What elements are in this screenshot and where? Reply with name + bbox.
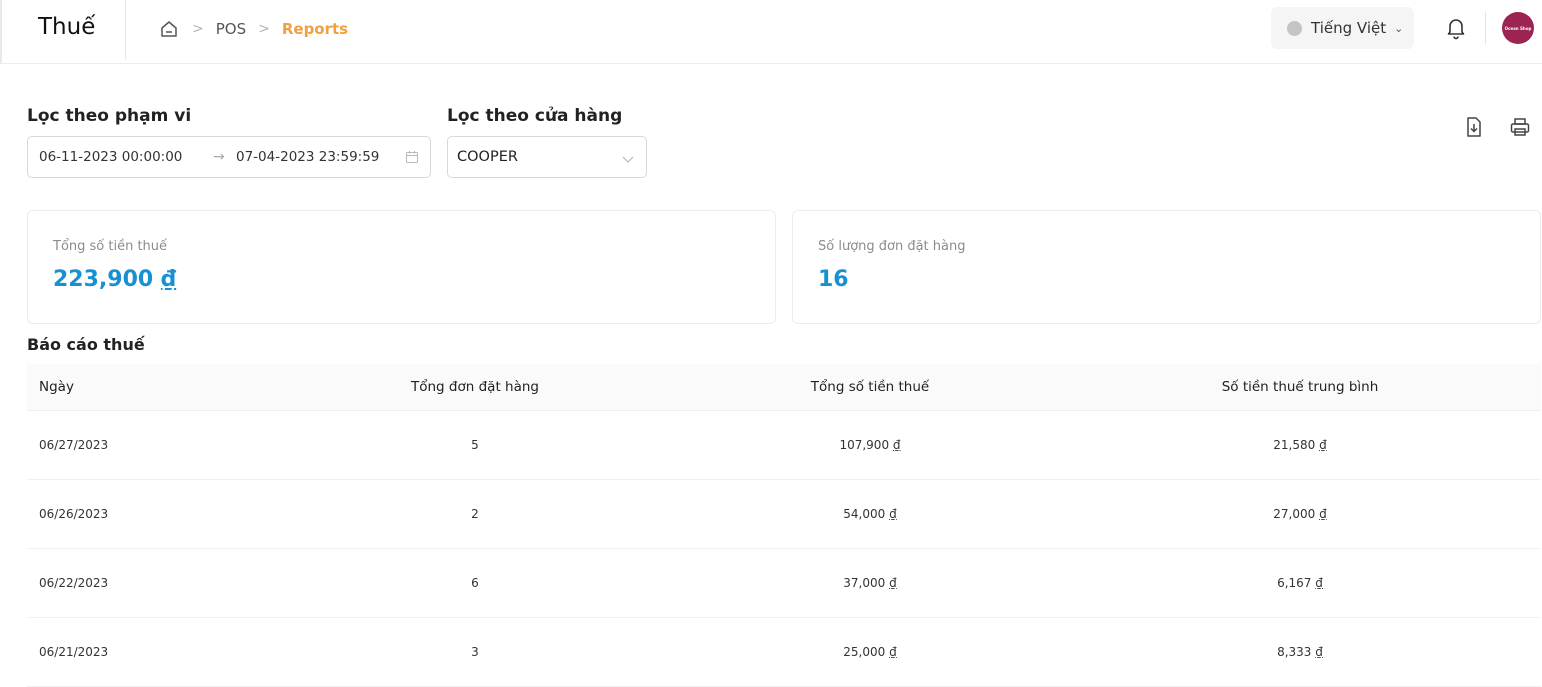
total-tax-amount: 223,900	[53, 267, 154, 292]
language-flag-icon	[1287, 20, 1302, 36]
cell-date: 06/26/2023	[39, 507, 109, 521]
cell-orders: 6	[471, 576, 479, 590]
table-header: Ngày Tổng đơn đặt hàng Tổng số tiền thuế…	[27, 364, 1541, 411]
language-label: Tiếng Việt	[1311, 19, 1387, 37]
breadcrumb-pos[interactable]: POS	[216, 20, 246, 38]
tax-report-title: Báo cáo thuế	[27, 335, 145, 354]
total-tax-label: Tổng số tiền thuế	[53, 239, 168, 254]
order-count-label: Số lượng đơn đặt hàng	[818, 239, 966, 254]
currency-symbol: ₫	[160, 267, 177, 292]
header-divider	[1485, 12, 1486, 44]
tax-report-table: Ngày Tổng đơn đặt hàng Tổng số tiền thuế…	[27, 364, 1541, 687]
cell-total-tax: 25,000 ₫	[720, 618, 1020, 686]
chevron-down-icon	[622, 152, 634, 163]
top-header: Thuế > POS > Reports Tiếng Việt ⌄ Ocean …	[0, 0, 1542, 64]
table-row[interactable]: 06/26/2023 2 54,000 ₫ 27,000 ₫	[27, 480, 1541, 549]
avg-tax-amount: 8,333	[1277, 645, 1312, 659]
column-header-avg-tax[interactable]: Số tiền thuế trung bình	[1150, 364, 1450, 410]
range-end-input[interactable]: 07-04-2023 23:59:59	[236, 149, 379, 165]
avatar-text: Ocean Shop	[1504, 25, 1532, 31]
cell-total-tax: 107,900 ₫	[720, 411, 1020, 479]
cell-orders: 2	[471, 507, 479, 521]
table-row[interactable]: 06/27/2023 5 107,900 ₫ 21,580 ₫	[27, 411, 1541, 480]
breadcrumb: > POS > Reports	[160, 17, 348, 41]
currency-symbol: ₫	[1315, 576, 1323, 590]
cell-avg-tax: 6,167 ₫	[1150, 549, 1450, 617]
order-count-card: Số lượng đơn đặt hàng 16	[792, 210, 1541, 324]
store-select[interactable]: COOPER	[447, 136, 647, 178]
cell-total-tax: 37,000 ₫	[720, 549, 1020, 617]
currency-symbol: ₫	[889, 645, 897, 659]
total-tax-value: 223,900 ₫	[53, 267, 176, 292]
range-start-input[interactable]: 06-11-2023 00:00:00	[39, 149, 182, 165]
table-row[interactable]: 06/22/2023 6 37,000 ₫ 6,167 ₫	[27, 549, 1541, 618]
avg-tax-amount: 21,580	[1273, 438, 1316, 452]
page-title: Thuế	[38, 14, 96, 40]
store-select-value: COOPER	[457, 149, 518, 165]
currency-symbol: ₫	[892, 438, 901, 452]
table-row[interactable]: 06/21/2023 3 25,000 ₫ 8,333 ₫	[27, 618, 1541, 687]
chevron-down-icon: ⌄	[1394, 21, 1404, 35]
download-icon[interactable]	[1463, 116, 1485, 138]
currency-symbol: ₫	[1315, 645, 1323, 659]
breadcrumb-separator: >	[258, 21, 270, 37]
column-header-orders[interactable]: Tổng đơn đặt hàng	[325, 364, 625, 410]
range-arrow-icon: →	[213, 149, 225, 165]
header-divider	[125, 0, 126, 60]
cell-date: 06/22/2023	[39, 576, 109, 590]
cell-orders: 5	[471, 438, 479, 452]
currency-symbol: ₫	[1319, 438, 1327, 452]
total-tax-amount: 37,000	[843, 576, 886, 590]
calendar-icon[interactable]	[405, 150, 419, 164]
order-count-value: 16	[818, 267, 849, 292]
avg-tax-amount: 6,167	[1277, 576, 1312, 590]
breadcrumb-reports[interactable]: Reports	[282, 20, 348, 38]
cell-avg-tax: 21,580 ₫	[1150, 411, 1450, 479]
date-range-picker[interactable]: 06-11-2023 00:00:00 → 07-04-2023 23:59:5…	[27, 136, 431, 178]
language-selector[interactable]: Tiếng Việt ⌄	[1271, 7, 1414, 49]
cell-date: 06/27/2023	[39, 438, 109, 452]
currency-symbol: ₫	[889, 576, 897, 590]
avg-tax-amount: 27,000	[1273, 507, 1316, 521]
cell-total-tax: 54,000 ₫	[720, 480, 1020, 548]
store-filter-label: Lọc theo cửa hàng	[447, 106, 623, 126]
currency-symbol: ₫	[889, 507, 897, 521]
total-tax-amount: 107,900	[839, 438, 890, 452]
total-tax-amount: 25,000	[843, 645, 886, 659]
breadcrumb-separator: >	[192, 21, 204, 37]
total-tax-card: Tổng số tiền thuế 223,900 ₫	[27, 210, 776, 324]
print-icon[interactable]	[1509, 116, 1531, 138]
home-icon[interactable]	[160, 19, 180, 39]
total-tax-amount: 54,000	[843, 507, 886, 521]
cell-date: 06/21/2023	[39, 645, 109, 659]
column-header-date[interactable]: Ngày	[39, 364, 74, 410]
cell-orders: 3	[471, 645, 479, 659]
cell-avg-tax: 8,333 ₫	[1150, 618, 1450, 686]
cell-avg-tax: 27,000 ₫	[1150, 480, 1450, 548]
bell-icon[interactable]	[1444, 16, 1468, 40]
column-header-total-tax[interactable]: Tổng số tiền thuế	[720, 364, 1020, 410]
currency-symbol: ₫	[1319, 507, 1327, 521]
avatar[interactable]: Ocean Shop	[1502, 12, 1534, 44]
range-filter-label: Lọc theo phạm vi	[27, 106, 192, 126]
